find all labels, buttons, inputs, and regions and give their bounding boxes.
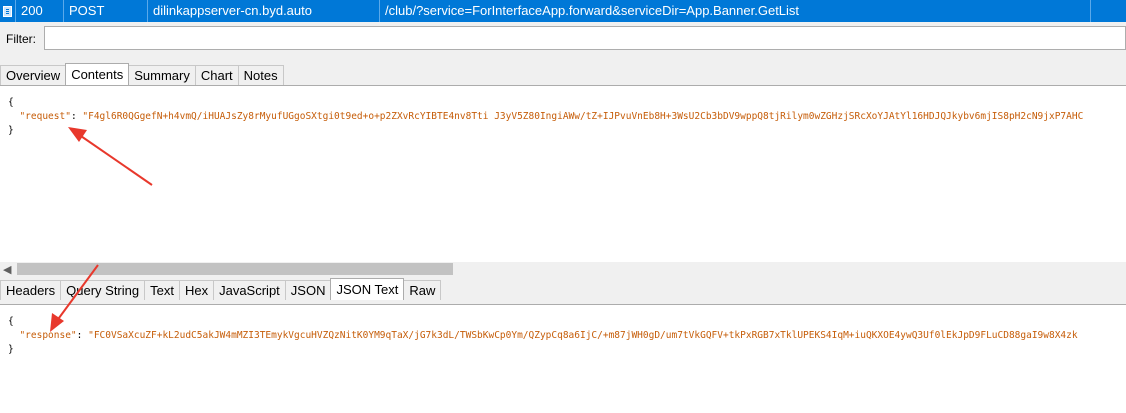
tab-chart[interactable]: Chart bbox=[194, 65, 239, 85]
request-inspector-tabs: Overview Contents Summary Chart Notes bbox=[0, 63, 284, 85]
tab-query-string[interactable]: Query String bbox=[60, 280, 146, 300]
tab-headers[interactable]: Headers bbox=[0, 280, 62, 300]
response-json-pane[interactable]: { "response": "FC0VSaXcuZF+kL2udC5akJW4m… bbox=[0, 304, 1126, 413]
session-row-filler bbox=[1091, 0, 1126, 22]
session-host: dilinkappserver-cn.byd.auto bbox=[148, 0, 380, 22]
scroll-left-arrow-icon[interactable]: ◀ bbox=[3, 263, 11, 276]
tab-raw[interactable]: Raw bbox=[403, 280, 442, 300]
tab-summary[interactable]: Summary bbox=[128, 65, 196, 85]
tab-javascript[interactable]: JavaScript bbox=[213, 280, 286, 300]
session-icon bbox=[0, 0, 16, 22]
json-open-brace: { bbox=[8, 97, 14, 108]
filter-input[interactable] bbox=[44, 26, 1126, 50]
selected-session-row[interactable]: 200 POST dilinkappserver-cn.byd.auto /cl… bbox=[0, 0, 1126, 22]
tab-json-text[interactable]: JSON Text bbox=[330, 278, 405, 300]
scrollbar-thumb[interactable] bbox=[17, 263, 453, 275]
horizontal-scrollbar[interactable]: ◀ bbox=[0, 262, 1126, 276]
json-colon: : bbox=[70, 111, 83, 122]
json-open-brace: { bbox=[8, 316, 14, 327]
tab-hex[interactable]: Hex bbox=[178, 280, 215, 300]
fiddler-inspector-window: 200 POST dilinkappserver-cn.byd.auto /cl… bbox=[0, 0, 1126, 413]
json-close-brace: } bbox=[8, 344, 14, 355]
session-url: /club/?service=ForInterfaceApp.forward&s… bbox=[380, 0, 1091, 22]
session-result: 200 bbox=[16, 0, 64, 22]
tab-text[interactable]: Text bbox=[144, 280, 180, 300]
request-json-value: "F4gl6R0QGgefN+h4vmQ/iHUAJsZy8rMyufUGgoS… bbox=[82, 111, 1084, 122]
tab-notes[interactable]: Notes bbox=[237, 65, 284, 85]
filter-label: Filter: bbox=[6, 32, 36, 46]
request-json-key: "request" bbox=[19, 111, 71, 122]
tab-json[interactable]: JSON bbox=[284, 280, 332, 300]
filter-bar: Filter: bbox=[0, 24, 1126, 54]
response-json-key: "response" bbox=[19, 330, 77, 341]
request-json-pane[interactable]: { "request": "F4gl6R0QGgefN+h4vmQ/iHUAJs… bbox=[0, 85, 1126, 262]
request-json-text: { "request": "F4gl6R0QGgefN+h4vmQ/iHUAJs… bbox=[0, 86, 1126, 138]
session-method: POST bbox=[64, 0, 148, 22]
response-json-text: { "response": "FC0VSaXcuZF+kL2udC5akJW4m… bbox=[0, 305, 1126, 357]
json-close-brace: } bbox=[8, 125, 14, 136]
tab-contents[interactable]: Contents bbox=[65, 63, 130, 85]
response-json-value: "FC0VSaXcuZF+kL2udC5akJW4mMZI3TEmykVgcuH… bbox=[88, 330, 1078, 341]
json-colon: : bbox=[76, 330, 89, 341]
response-inspector-tabs: Headers Query String Text Hex JavaScript… bbox=[0, 278, 442, 300]
tab-overview[interactable]: Overview bbox=[0, 65, 67, 85]
